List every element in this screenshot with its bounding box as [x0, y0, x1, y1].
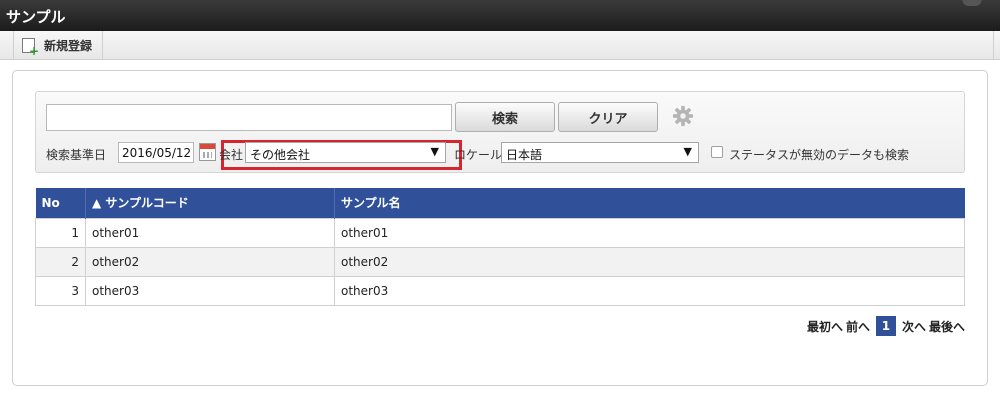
date-input[interactable]: 2016/05/12	[118, 142, 194, 163]
table-row[interactable]: 2 other02 other02	[35, 246, 965, 277]
column-header-sample-code[interactable]: ▲ サンプルコード	[85, 188, 335, 218]
pager-first-link[interactable]: 最初へ	[807, 318, 843, 335]
new-register-button[interactable]: 新規登録	[13, 31, 104, 59]
date-label: 検索基準日	[46, 148, 107, 162]
dropdown-arrow-icon: ▼	[683, 145, 692, 158]
table-row[interactable]: 1 other01 other01	[35, 217, 965, 248]
table-header-row: No ▲ サンプルコード サンプル名	[35, 188, 965, 218]
cell-no: 1	[35, 217, 86, 248]
toolbar-divider	[993, 31, 994, 59]
cell-sample-code: other01	[85, 217, 335, 248]
cell-no: 3	[35, 275, 86, 306]
company-label: 会社	[219, 148, 244, 162]
cell-sample-code: other03	[85, 275, 335, 306]
gear-icon[interactable]	[672, 105, 694, 127]
new-document-icon	[22, 37, 39, 57]
pagination: 最初へ 前へ 1 次へ 最後へ	[807, 316, 965, 336]
company-select[interactable]: その他会社 ▼	[245, 142, 446, 163]
search-panel: 検索 クリア 検索基準日 2016/05/12 会社 その他会社 ▼ ロケール …	[35, 91, 965, 173]
pager-next-link[interactable]: 次へ	[902, 318, 926, 335]
window-corner-decoration	[962, 0, 982, 6]
pager-current-page[interactable]: 1	[875, 316, 896, 336]
pager-last-link[interactable]: 最後へ	[929, 318, 965, 335]
page-title: サンプル	[6, 8, 66, 26]
cell-no: 2	[35, 246, 86, 277]
pager-prev-link[interactable]: 前へ	[846, 318, 870, 335]
results-table: No ▲ サンプルコード サンプル名 1 other01 other01 2 o…	[35, 188, 965, 306]
calendar-icon[interactable]	[199, 143, 216, 161]
include-inactive-checkbox[interactable]	[711, 146, 723, 158]
dropdown-arrow-icon: ▼	[430, 145, 439, 158]
new-register-label: 新規登録	[44, 38, 93, 53]
locale-select[interactable]: 日本語 ▼	[501, 142, 699, 163]
keyword-search-input[interactable]	[46, 104, 452, 131]
cell-sample-name: other01	[334, 217, 965, 248]
table-row[interactable]: 3 other03 other03	[35, 275, 965, 306]
cell-sample-name: other03	[334, 275, 965, 306]
locale-label: ロケール	[454, 148, 503, 162]
column-header-sample-name[interactable]: サンプル名	[334, 188, 965, 218]
search-button[interactable]: 検索	[455, 102, 555, 132]
title-bar: サンプル	[0, 0, 1000, 31]
include-inactive-label: ステータスが無効のデータも検索	[729, 148, 910, 162]
locale-select-value: 日本語	[506, 148, 543, 162]
clear-button[interactable]: クリア	[558, 102, 658, 132]
cell-sample-name: other02	[334, 246, 965, 277]
toolbar: 新規登録	[0, 31, 1000, 60]
cell-sample-code: other02	[85, 246, 335, 277]
column-header-no[interactable]: No	[35, 188, 86, 218]
company-select-value: その他会社	[250, 148, 311, 162]
main-content-panel: 検索 クリア 検索基準日 2016/05/12 会社 その他会社 ▼ ロケール …	[12, 70, 988, 386]
